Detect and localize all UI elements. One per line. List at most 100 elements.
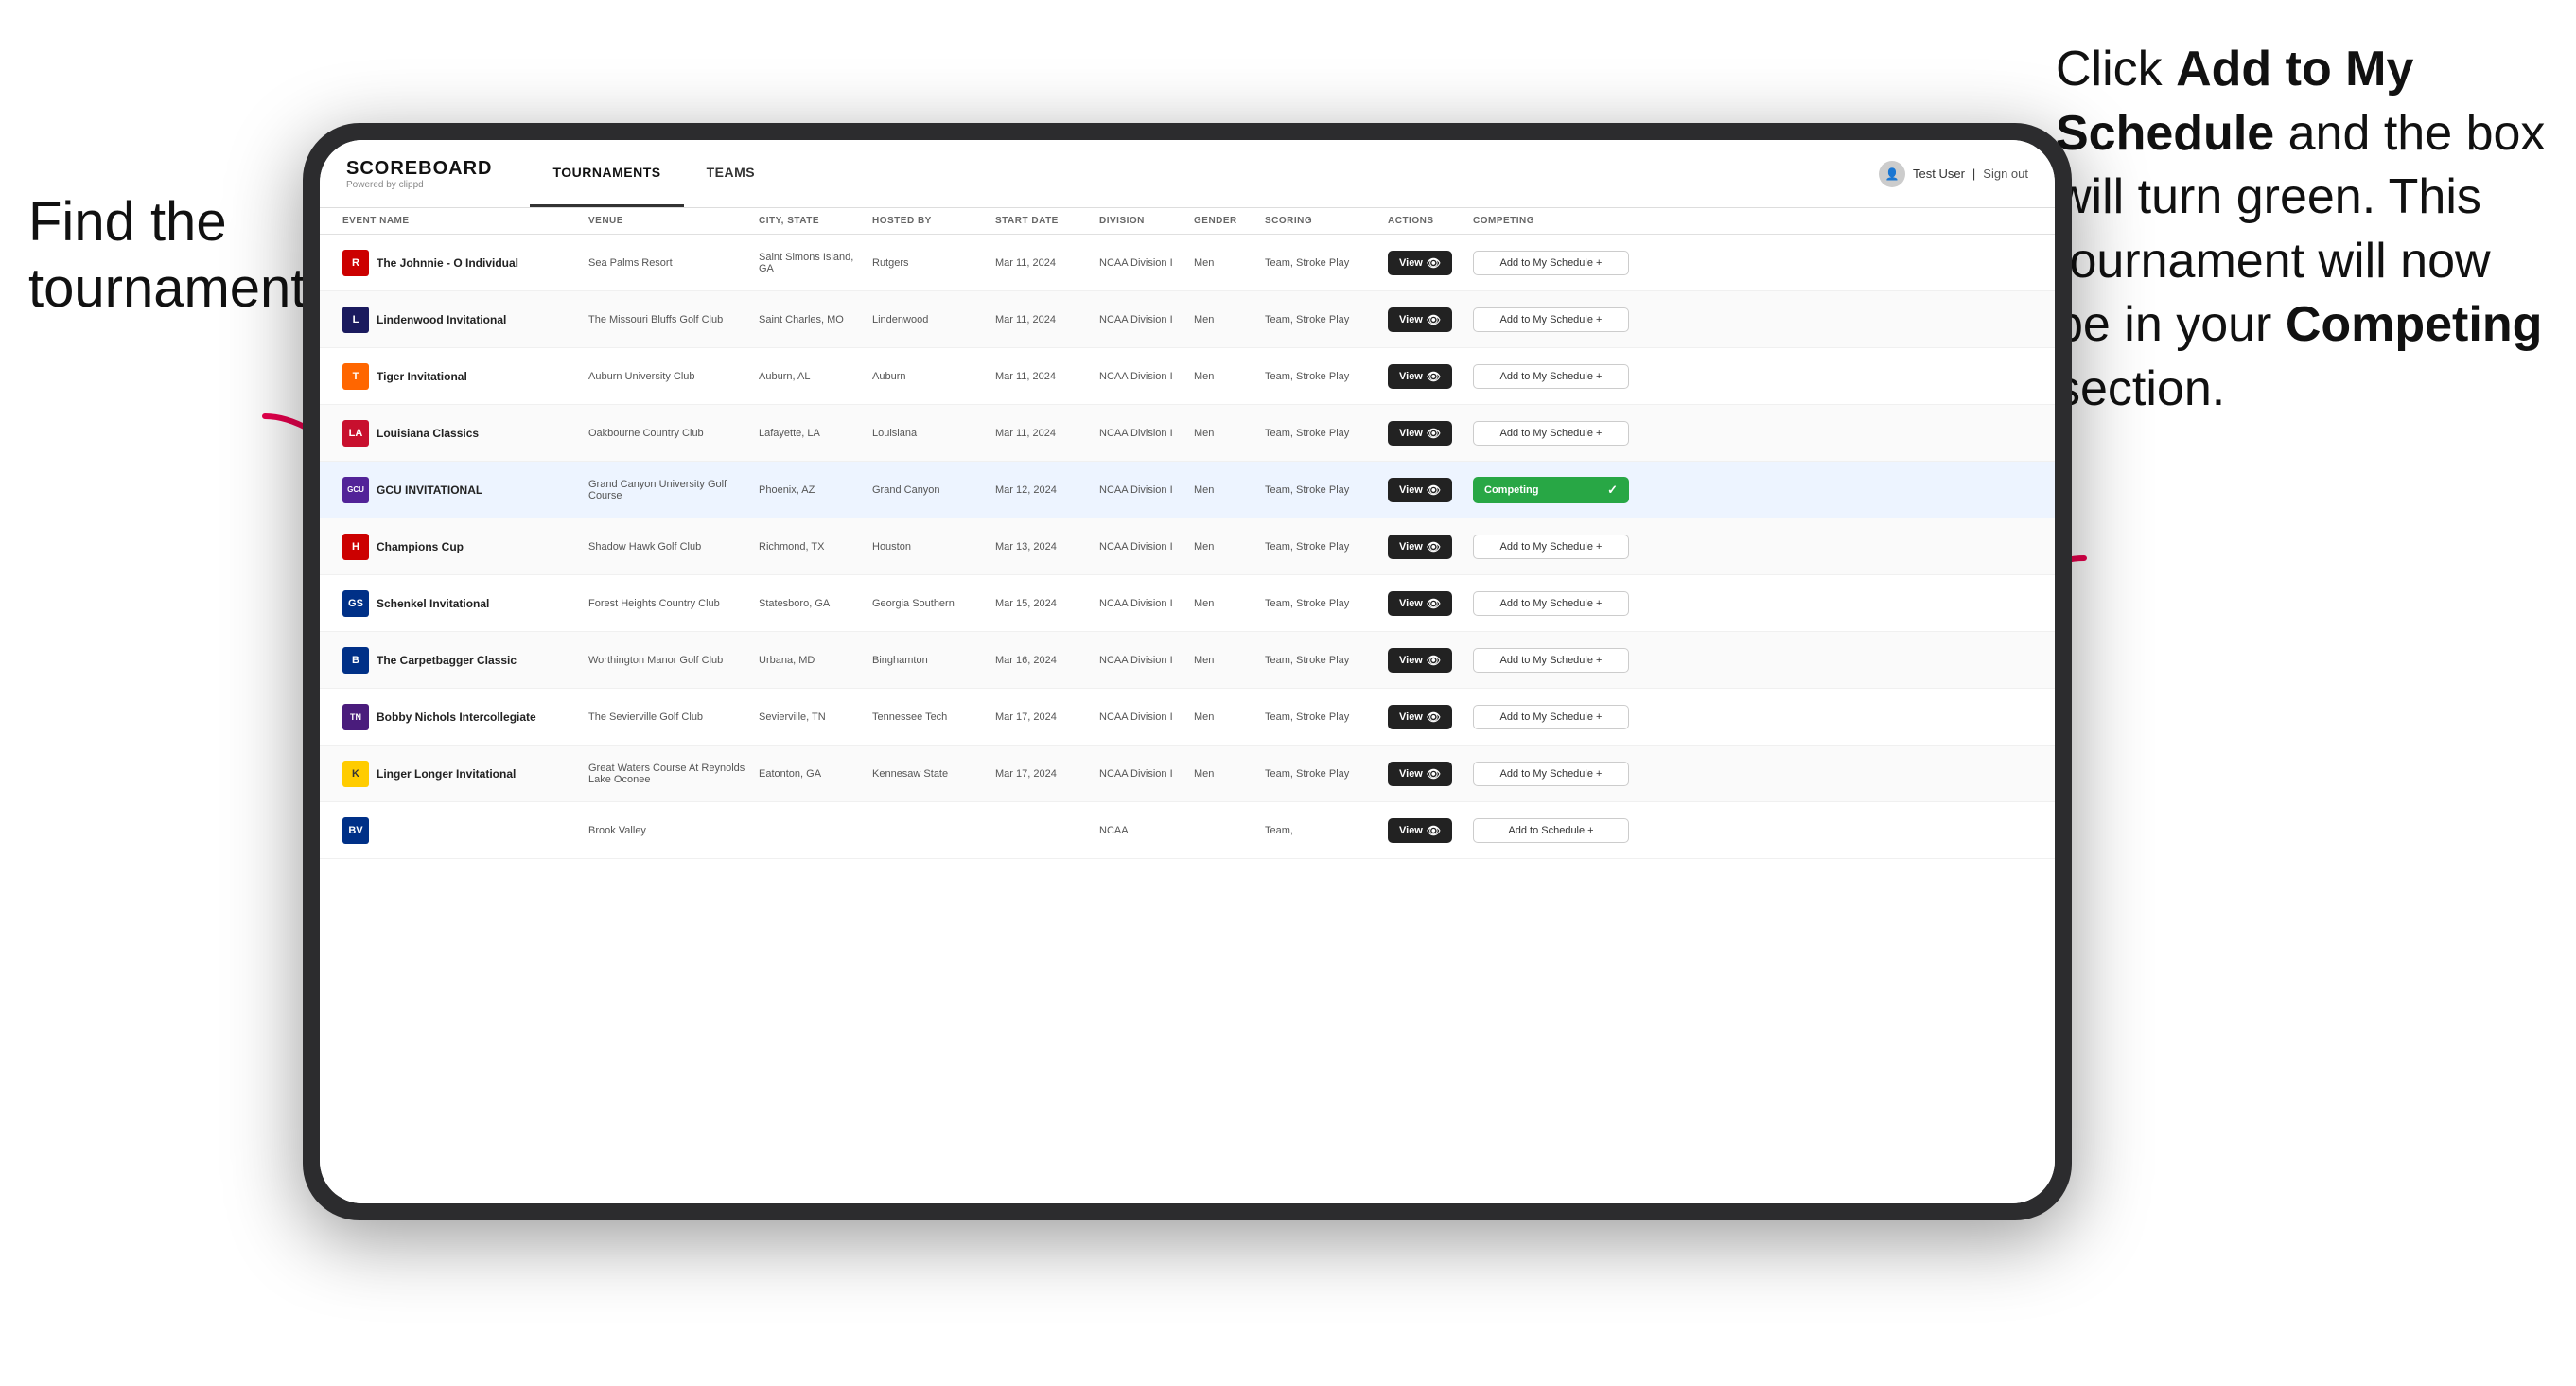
cell-actions: View 👁 [1388, 251, 1473, 275]
cell-start-date: Mar 17, 2024 [995, 768, 1099, 780]
add-to-schedule-button[interactable]: Add to My Schedule + [1473, 307, 1629, 332]
cell-event-name: R The Johnnie - O Individual [342, 250, 588, 276]
cell-start-date: Mar 16, 2024 [995, 655, 1099, 666]
col-competing: COMPETING [1473, 216, 1643, 226]
tournaments-table: EVENT NAME VENUE CITY, STATE HOSTED BY S… [320, 208, 2055, 1203]
cell-venue: Auburn University Club [588, 371, 759, 382]
view-button[interactable]: View 👁 [1388, 762, 1452, 786]
add-to-schedule-button[interactable]: Add to My Schedule + [1473, 364, 1629, 389]
event-name-text: Schenkel Invitational [377, 597, 489, 610]
table-body: R The Johnnie - O Individual Sea Palms R… [320, 235, 2055, 859]
cell-gender: Men [1194, 484, 1265, 496]
cell-start-date: Mar 11, 2024 [995, 428, 1099, 439]
view-button[interactable]: View 👁 [1388, 591, 1452, 616]
team-logo: T [342, 363, 369, 390]
cell-scoring: Team, Stroke Play [1265, 371, 1388, 382]
add-to-schedule-button[interactable]: Add to My Schedule + [1473, 251, 1629, 275]
cell-city-state: Eatonton, GA [759, 768, 872, 780]
team-logo: K [342, 761, 369, 787]
event-name-text: Bobby Nichols Intercollegiate [377, 711, 536, 724]
add-to-schedule-button[interactable]: Add to My Schedule + [1473, 535, 1629, 559]
view-button[interactable]: View 👁 [1388, 364, 1452, 389]
view-button[interactable]: View 👁 [1388, 705, 1452, 729]
cell-event-name: B The Carpetbagger Classic [342, 647, 588, 674]
add-to-schedule-button[interactable]: Add to My Schedule + [1473, 648, 1629, 673]
competing-button[interactable]: Competing✓ [1473, 477, 1629, 503]
cell-scoring: Team, Stroke Play [1265, 768, 1388, 780]
avatar: 👤 [1879, 161, 1905, 187]
event-name-text: The Carpetbagger Classic [377, 654, 517, 667]
event-name-text: The Johnnie - O Individual [377, 256, 518, 270]
cell-competing: Add to My Schedule + [1473, 762, 1643, 786]
cell-division: NCAA Division I [1099, 711, 1194, 723]
cell-scoring: Team, Stroke Play [1265, 541, 1388, 553]
cell-gender: Men [1194, 371, 1265, 382]
add-to-schedule-button[interactable]: Add to My Schedule + [1473, 591, 1629, 616]
cell-competing: Add to My Schedule + [1473, 307, 1643, 332]
view-button[interactable]: View 👁 [1388, 421, 1452, 446]
event-name-text: Tiger Invitational [377, 370, 467, 383]
view-button[interactable]: View 👁 [1388, 648, 1452, 673]
cell-start-date: Mar 15, 2024 [995, 598, 1099, 609]
sign-out-link[interactable]: Sign out [1983, 167, 2028, 181]
tab-teams[interactable]: TEAMS [684, 140, 779, 207]
cell-competing: Competing✓ [1473, 477, 1643, 503]
eye-icon: 👁 [1427, 256, 1441, 270]
table-row: TN Bobby Nichols Intercollegiate The Sev… [320, 689, 2055, 746]
cell-division: NCAA Division I [1099, 768, 1194, 780]
cell-division: NCAA Division I [1099, 598, 1194, 609]
cell-event-name: H Champions Cup [342, 534, 588, 560]
add-to-schedule-button[interactable]: Add to Schedule + [1473, 818, 1629, 843]
col-city-state: CITY, STATE [759, 216, 872, 226]
top-bar-right: 👤 Test User | Sign out [1879, 161, 2028, 187]
view-button[interactable]: View 👁 [1388, 478, 1452, 502]
event-name-text: Lindenwood Invitational [377, 313, 506, 326]
cell-hosted-by: Grand Canyon [872, 484, 995, 496]
team-logo: LA [342, 420, 369, 447]
cell-city-state: Richmond, TX [759, 541, 872, 553]
cell-venue: The Missouri Bluffs Golf Club [588, 314, 759, 325]
cell-scoring: Team, Stroke Play [1265, 484, 1388, 496]
col-start-date: START DATE [995, 216, 1099, 226]
add-to-schedule-button[interactable]: Add to My Schedule + [1473, 762, 1629, 786]
team-logo: BV [342, 817, 369, 844]
col-event-name: EVENT NAME [342, 216, 588, 226]
cell-city-state: Phoenix, AZ [759, 484, 872, 496]
table-row: B The Carpetbagger Classic Worthington M… [320, 632, 2055, 689]
cell-city-state: Urbana, MD [759, 655, 872, 666]
cell-scoring: Team, Stroke Play [1265, 598, 1388, 609]
table-row: GS Schenkel Invitational Forest Heights … [320, 575, 2055, 632]
cell-venue: Great Waters Course At Reynolds Lake Oco… [588, 763, 759, 785]
cell-actions: View 👁 [1388, 818, 1473, 843]
table-row: R The Johnnie - O Individual Sea Palms R… [320, 235, 2055, 291]
cell-hosted-by: Houston [872, 541, 995, 553]
cell-start-date: Mar 11, 2024 [995, 314, 1099, 325]
view-button[interactable]: View 👁 [1388, 818, 1452, 843]
cell-scoring: Team, Stroke Play [1265, 314, 1388, 325]
tab-tournaments[interactable]: TOURNAMENTS [530, 140, 683, 207]
col-actions: ACTIONS [1388, 216, 1473, 226]
tablet-device: SCOREBOARD Powered by clippd TOURNAMENTS… [303, 123, 2072, 1220]
cell-division: NCAA Division I [1099, 484, 1194, 496]
cell-hosted-by: Lindenwood [872, 314, 995, 325]
main-nav: TOURNAMENTS TEAMS [530, 140, 778, 207]
logo-area: SCOREBOARD Powered by clippd [346, 158, 492, 190]
view-button[interactable]: View 👁 [1388, 251, 1452, 275]
add-to-schedule-button[interactable]: Add to My Schedule + [1473, 705, 1629, 729]
cell-start-date: Mar 13, 2024 [995, 541, 1099, 553]
cell-competing: Add to My Schedule + [1473, 648, 1643, 673]
right-annotation: Click Add to My Schedule and the box wil… [2056, 38, 2548, 422]
cell-competing: Add to My Schedule + [1473, 535, 1643, 559]
cell-hosted-by: Louisiana [872, 428, 995, 439]
view-button[interactable]: View 👁 [1388, 535, 1452, 559]
cell-venue: Brook Valley [588, 825, 759, 836]
cell-city-state: Sevierville, TN [759, 711, 872, 723]
cell-competing: Add to My Schedule + [1473, 421, 1643, 446]
add-to-schedule-button[interactable]: Add to My Schedule + [1473, 421, 1629, 446]
view-button[interactable]: View 👁 [1388, 307, 1452, 332]
table-row: BV Brook Valley NCAA Team, View 👁 Add to… [320, 802, 2055, 859]
user-name: Test User [1913, 167, 1965, 181]
cell-division: NCAA Division I [1099, 428, 1194, 439]
cell-hosted-by: Binghamton [872, 655, 995, 666]
cell-venue: Oakbourne Country Club [588, 428, 759, 439]
